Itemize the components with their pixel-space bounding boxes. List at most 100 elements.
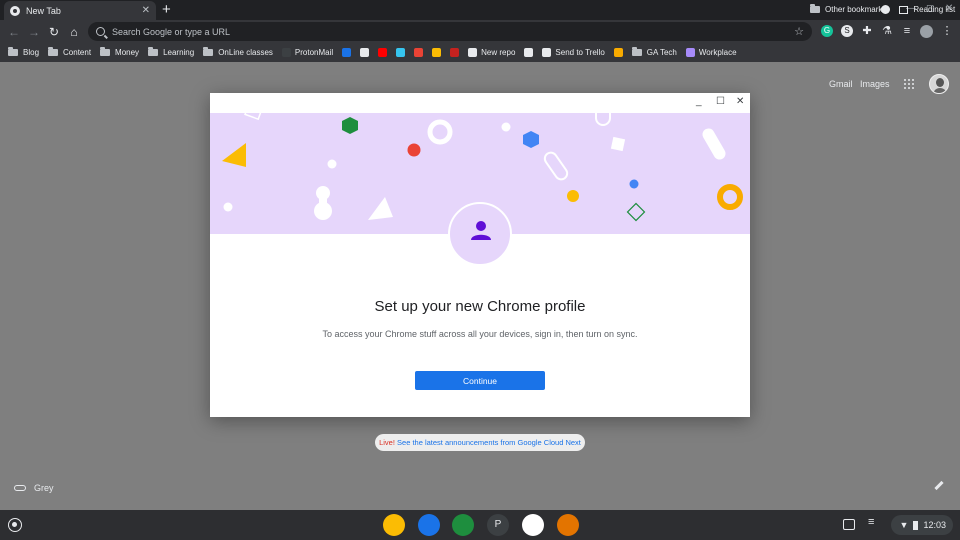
theme-chip[interactable]: Grey <box>14 483 54 493</box>
status-area[interactable]: ▼ 12:03 <box>891 515 953 535</box>
dialog-heading: Set up your new Chrome profile <box>374 298 586 315</box>
bookmarks-right: Other bookmarks Reading list <box>810 0 960 19</box>
bookmark-favicon[interactable] <box>432 48 445 57</box>
bookmark-label: Money <box>115 48 140 57</box>
bookmark-blog[interactable]: Blog <box>8 47 40 57</box>
files-app-icon[interactable] <box>418 514 440 536</box>
person-icon <box>471 221 491 240</box>
pencil-edit-icon[interactable] <box>934 480 944 491</box>
bookmark-workplace[interactable]: Workplace <box>685 48 737 57</box>
site-favicon-icon <box>396 48 406 57</box>
bookmark-label: Workplace <box>698 48 737 57</box>
bookmark-favicon[interactable] <box>414 48 427 57</box>
continue-button[interactable]: Continue <box>415 371 545 390</box>
profile-setup-dialog: _ ☐ ✕ Set up your new Chrome profile To … <box>210 93 750 417</box>
bookmark-label: Content <box>63 48 92 57</box>
menu-icon[interactable]: ⋮ <box>941 25 953 37</box>
site-favicon-icon <box>360 48 370 57</box>
overview-icon[interactable] <box>843 519 855 530</box>
bookmark-protonmail[interactable]: ProtonMail <box>281 48 334 57</box>
chrome-icon <box>10 5 20 16</box>
p-app-icon[interactable]: P <box>487 514 509 536</box>
site-favicon-icon <box>378 48 388 57</box>
profile-avatar-icon[interactable] <box>920 25 933 38</box>
bookmark-content[interactable]: Content <box>48 47 92 57</box>
media-icon[interactable]: ≡ <box>868 516 880 528</box>
folder-icon <box>810 4 820 13</box>
bookmark-send-to-trello[interactable]: Send to Trello <box>542 48 605 57</box>
bookmark-favicon[interactable] <box>378 48 391 57</box>
app-letter: P <box>494 519 502 530</box>
folder-icon <box>8 47 18 56</box>
dialog-close-button[interactable]: ✕ <box>736 96 744 107</box>
bookmark-learning[interactable]: Learning <box>148 47 195 57</box>
dialog-titlebar: _ ☐ ✕ <box>210 93 750 113</box>
bookmark-star-icon[interactable]: ☆ <box>794 25 804 38</box>
announcement-pill[interactable]: Live! See the latest announcements from … <box>375 434 585 451</box>
bookmark-online-classes[interactable]: OnLine classes <box>203 47 273 57</box>
site-favicon-icon <box>613 48 623 57</box>
gmail-link[interactable]: Gmail <box>829 79 853 89</box>
battery-icon <box>913 520 919 530</box>
bookmark-label: New repo <box>481 48 516 57</box>
chrome-app-icon[interactable] <box>383 514 405 536</box>
media-controls-icon[interactable]: ≡ <box>901 25 913 37</box>
dialog-maximize-button[interactable]: ☐ <box>716 96 725 107</box>
site-favicon-icon <box>542 48 552 57</box>
bookmark-favicon[interactable] <box>360 48 373 57</box>
site-favicon-icon <box>524 48 534 57</box>
clock-time: 12:03 <box>923 520 946 530</box>
reading-list-button[interactable]: Reading list <box>899 5 955 14</box>
close-tab-icon[interactable]: ✕ <box>142 5 150 16</box>
new-tab-button[interactable]: + <box>162 2 171 18</box>
omnibox-input[interactable] <box>112 26 795 37</box>
forward-button[interactable]: → <box>24 25 44 39</box>
images-link[interactable]: Images <box>860 79 890 89</box>
bookmark-favicon[interactable] <box>396 48 409 57</box>
folder-icon <box>631 47 642 56</box>
reload-button[interactable]: ↻ <box>44 25 64 39</box>
site-favicon-icon <box>450 48 460 57</box>
theme-name: Grey <box>34 483 54 493</box>
bookmark-label: GA Tech <box>646 48 677 57</box>
cake-app-icon[interactable] <box>557 514 579 536</box>
extension-icon[interactable]: S <box>841 25 853 37</box>
profile-picture-placeholder <box>448 202 512 266</box>
bookmark-favicon[interactable] <box>524 48 537 57</box>
omnibox[interactable]: ☆ <box>88 22 812 41</box>
dialog-minimize-button[interactable]: _ <box>696 96 702 107</box>
other-bookmarks-label: Other bookmarks <box>825 5 887 14</box>
bookmark-favicon[interactable] <box>342 48 355 57</box>
grammarly-extension-icon[interactable]: G <box>821 25 833 37</box>
site-favicon-icon <box>342 48 352 57</box>
flask-icon[interactable]: ⚗ <box>881 25 893 37</box>
site-favicon-icon <box>281 48 291 57</box>
launcher-button[interactable] <box>8 518 22 532</box>
site-favicon-icon <box>432 48 442 57</box>
bookmark-new-repo[interactable]: New repo <box>468 48 515 57</box>
bookmark-label: ProtonMail <box>294 48 334 57</box>
system-shelf: P ≡ ▼ 12:03 <box>0 510 960 540</box>
bookmark-money[interactable]: Money <box>100 47 140 57</box>
bookmark-label: Send to Trello <box>555 48 605 57</box>
bookmark-favicon[interactable] <box>450 48 463 57</box>
account-avatar[interactable] <box>929 74 949 94</box>
photos-app-icon[interactable] <box>522 514 544 536</box>
bookmark-label: Blog <box>23 48 40 57</box>
bookmark-favicon[interactable] <box>613 48 627 57</box>
folder-icon <box>148 47 159 56</box>
other-bookmarks-folder[interactable]: Other bookmarks <box>810 4 887 14</box>
folder-icon <box>48 47 59 56</box>
back-button[interactable]: ← <box>4 25 24 39</box>
folder-icon <box>203 47 214 56</box>
meet-app-icon[interactable] <box>452 514 474 536</box>
home-button[interactable]: ⌂ <box>64 25 84 39</box>
apps-grid-icon[interactable] <box>904 79 914 89</box>
reading-list-icon <box>899 5 909 14</box>
bookmark-label: Learning <box>163 48 195 57</box>
puzzle-extensions-icon[interactable]: ✚ <box>861 25 873 37</box>
bookmark-ga-tech[interactable]: GA Tech <box>631 47 677 57</box>
bookmark-label: OnLine classes <box>218 48 273 57</box>
toolbar: ← → ↻ ⌂ ☆ G S ✚ ⚗ ≡ ⋮ <box>0 20 960 43</box>
tab-new-tab[interactable]: New Tab ✕ <box>4 1 156 20</box>
